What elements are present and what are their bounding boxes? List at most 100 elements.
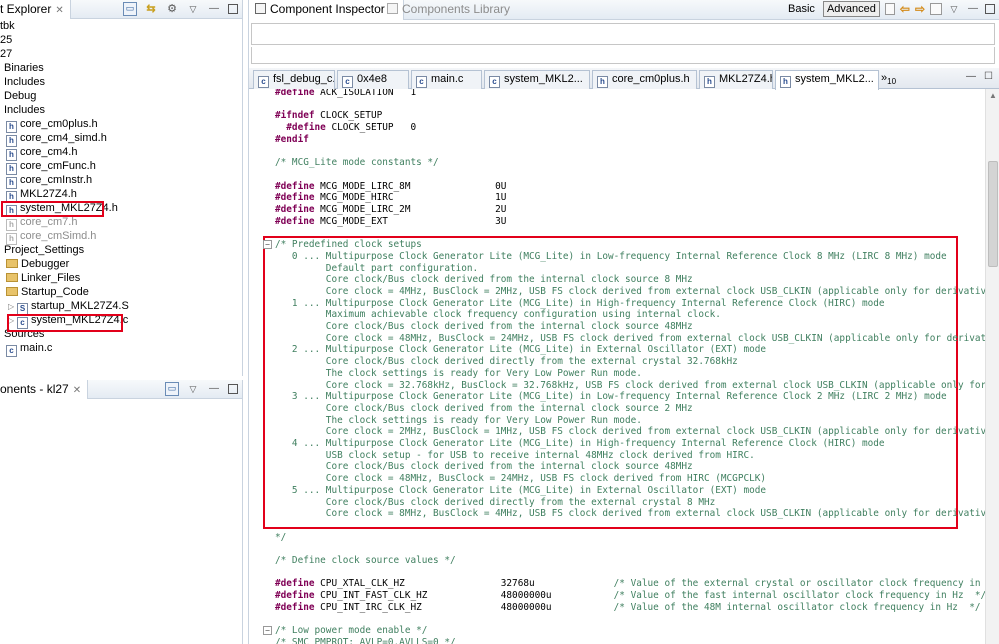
editor-tab[interactable]: h MKL27Z4.h	[699, 70, 773, 89]
inspector-details-area[interactable]	[251, 47, 995, 64]
pin-icon[interactable]	[930, 3, 942, 15]
minimize-icon[interactable]: —	[966, 71, 976, 82]
tree-item[interactable]: Debug	[4, 89, 36, 103]
maximize-icon[interactable]	[985, 4, 995, 14]
code-comment: 0 ... Multipurpose Clock Generator Lite …	[275, 250, 947, 262]
code-line: 4 ... Multipurpose Clock Generator Lite …	[275, 438, 885, 450]
help-icon[interactable]	[884, 3, 895, 15]
code-comment: /* Value of the 48M internal oscillator …	[613, 601, 981, 613]
code-line: Core clock/Bus clock derived directly fr…	[275, 497, 715, 509]
tab-components-library[interactable]: Components Library	[381, 0, 516, 20]
advanced-mode-button[interactable]: Advanced	[822, 1, 880, 17]
code-line: Core clock = 4MHz, BusClock = 2MHz, USB …	[275, 286, 985, 298]
collapse-all-icon[interactable]: ▭	[123, 2, 137, 16]
tree-item-label: main.c	[20, 342, 53, 354]
tree-item-label: Project_Settings	[4, 244, 85, 256]
tree-item[interactable]: h core_cm7.h	[6, 215, 77, 231]
components-view-tab[interactable]: onents - kl27 ✕	[0, 380, 89, 399]
tree-item[interactable]: Debugger	[6, 257, 69, 271]
view-menu-icon[interactable]: ▽	[186, 2, 200, 16]
tree-item[interactable]: Linker_Files	[6, 271, 80, 285]
link-with-editor-icon[interactable]: ⇆	[144, 2, 158, 16]
close-icon[interactable]: ✕	[55, 5, 63, 16]
tree-item[interactable]: Project_Settings	[4, 243, 84, 257]
view-menu-icon[interactable]: ▽	[186, 382, 200, 396]
code-line: /* Predefined clock setups	[275, 239, 422, 251]
code-comment: Core clock = 4MHz, BusClock = 2MHz, USB …	[275, 285, 985, 297]
code-line: #define CPU_INT_FAST_CLK_HZ 48000000u /*…	[275, 590, 985, 602]
code-comment: /* Predefined clock setups	[275, 239, 422, 251]
code-comment: Core clock/Bus clock derived from the in…	[275, 402, 693, 414]
tree-item[interactable]: h core_cm4_simd.h	[6, 131, 107, 147]
tree-item[interactable]: 25	[0, 33, 12, 47]
tree-item[interactable]: h core_cmInstr.h	[6, 173, 92, 189]
header-file-icon: h	[597, 76, 608, 88]
code-line: Core clock = 48MHz, BusClock = 24MHz, US…	[275, 473, 766, 485]
filter-icon[interactable]: ⚙	[165, 2, 179, 16]
inspector-header: Component Inspector✕ Components Library …	[249, 0, 999, 20]
maximize-icon[interactable]	[228, 384, 238, 394]
code-line: /* Low power mode enable */	[275, 625, 427, 637]
tab-overflow-indicator[interactable]: »10	[881, 72, 896, 86]
components-view-header: onents - kl27 ✕ ▭ ▽ —	[0, 380, 242, 399]
close-icon[interactable]: ✕	[73, 385, 81, 396]
editor-vertical-scrollbar[interactable]: ▲	[985, 89, 999, 644]
maximize-icon[interactable]	[228, 4, 238, 14]
maximize-icon[interactable]: ☐	[984, 71, 993, 82]
code-line: Core clock = 32.768kHz, BusClock = 32.76…	[275, 380, 985, 392]
editor-tab[interactable]: h core_cm0plus.h	[592, 70, 697, 89]
collapse-all-icon[interactable]: ▭	[165, 382, 179, 396]
fold-toggle-icon[interactable]: −	[263, 240, 272, 250]
editor-tab[interactable]: c 0x4e8	[337, 70, 409, 89]
editor-tab-label: system_MKL2...	[504, 73, 583, 85]
view-menu-icon[interactable]: ▽	[947, 2, 961, 16]
tree-item-label: core_cmSimd.h	[20, 230, 97, 242]
editor-tab[interactable]: hsystem_MKL2...✕	[775, 70, 879, 90]
tree-item[interactable]: Includes	[4, 75, 45, 89]
code-line: Core clock = 48MHz, BusClock = 24MHz, US…	[275, 333, 985, 345]
code-line: #define CPU_INT_IRC_CLK_HZ 48000000u /* …	[275, 602, 981, 614]
tree-item[interactable]: h core_cm0plus.h	[6, 117, 98, 133]
tree-item[interactable]: ▷ Sstartup_MKL27Z4.S	[8, 299, 129, 315]
basic-mode-button[interactable]: Basic	[785, 2, 818, 16]
editor-tab[interactable]: c fsl_debug_c...	[253, 70, 335, 89]
forward-arrow-icon[interactable]: ⇨	[915, 2, 925, 16]
code-comment: Core clock = 48MHz, BusClock = 24MHz, US…	[275, 473, 767, 485]
editor-tab[interactable]: c system_MKL2...	[484, 70, 590, 89]
tree-item[interactable]: 27	[0, 47, 12, 61]
scroll-up-icon[interactable]: ▲	[989, 91, 997, 100]
code-line: #define MCG_MODE_HIRC 1U	[275, 192, 506, 204]
back-arrow-icon[interactable]: ⇦	[900, 2, 910, 16]
tree-item[interactable]: Startup_Code	[6, 285, 89, 299]
minimize-icon[interactable]: —	[966, 2, 980, 16]
tree-item[interactable]: Binaries	[4, 61, 44, 75]
code-line: Core clock/Bus clock derived from the in…	[275, 274, 693, 286]
tree-item[interactable]: h core_cm4.h	[6, 145, 77, 161]
code-area[interactable]: #define ACK_ISOLATION 1 #ifndef CLOCK_SET…	[249, 89, 985, 644]
fold-toggle-icon[interactable]: −	[263, 626, 272, 636]
code-text: MCG_MODE_EXT 3U	[320, 215, 507, 227]
tree-item[interactable]: Includes	[4, 103, 45, 117]
code-line: #define ACK_ISOLATION 1	[275, 89, 416, 99]
minimize-icon[interactable]: —	[207, 382, 221, 396]
code-line: Maximum achievable clock frequency confi…	[275, 309, 721, 321]
tree-item[interactable]: h core_cmFunc.h	[6, 159, 96, 175]
scrollbar-thumb[interactable]	[988, 161, 998, 267]
expand-arrow-icon[interactable]: ▷	[8, 300, 17, 314]
code-comment: /* SMC_PMPROT: AVLP=0,AVLLS=0 */	[275, 636, 456, 644]
highlight-system-mkl27z4-c	[7, 314, 123, 332]
code-text: CPU_XTAL_CLK_HZ 32768u	[320, 578, 614, 590]
components-view-title: onents - kl27	[0, 382, 69, 396]
tree-item[interactable]: tbk	[0, 19, 15, 33]
project-explorer-tab[interactable]: t Explorer ✕	[0, 0, 71, 19]
tree-item[interactable]: c main.c	[6, 341, 53, 357]
minimize-icon[interactable]: —	[207, 2, 221, 16]
tree-item[interactable]: h MKL27Z4.h	[6, 187, 77, 203]
editor-tab[interactable]: c main.c	[411, 70, 482, 89]
tree-item-label: 27	[0, 48, 13, 60]
components-view-toolbar: ▭ ▽ —	[165, 382, 238, 396]
code-line: Default part configuration.	[275, 263, 478, 275]
inspector-content-area[interactable]	[251, 23, 995, 45]
tree-item[interactable]: h core_cmSimd.h	[6, 229, 97, 245]
code-text: CLOCK_SETUP	[320, 110, 383, 122]
